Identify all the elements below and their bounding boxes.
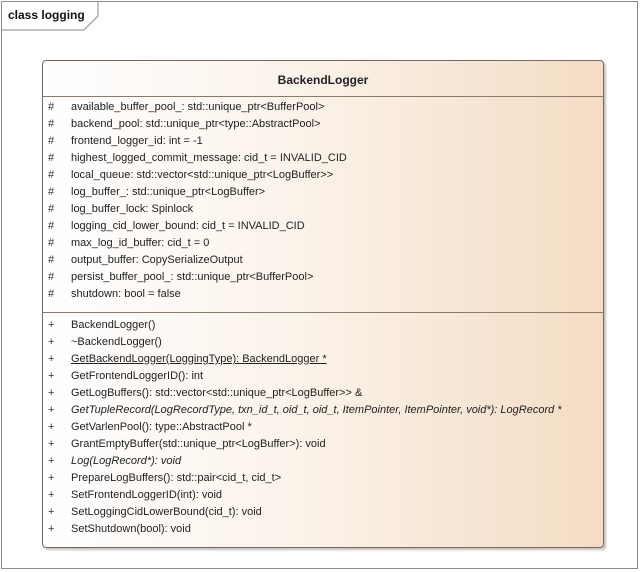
visibility-marker: + bbox=[48, 387, 55, 399]
operation-row-signature: GrantEmptyBuffer(std::unique_ptr<LogBuff… bbox=[71, 438, 326, 450]
attribute-row-signature: persist_buffer_pool_: std::unique_ptr<Bu… bbox=[71, 271, 314, 283]
attributes-divider bbox=[43, 312, 603, 313]
operation-row[interactable]: + GetTupleRecord(LogRecordType, txn_id_t,… bbox=[43, 402, 603, 419]
name-divider bbox=[43, 96, 603, 97]
visibility-marker: + bbox=[48, 370, 55, 382]
class-name: BackendLogger bbox=[277, 73, 369, 87]
operation-row-signature: GetVarlenPool(): type::AbstractPool * bbox=[71, 421, 252, 433]
visibility-marker: + bbox=[48, 455, 55, 467]
attribute-row-signature: available_buffer_pool_: std::unique_ptr<… bbox=[71, 101, 325, 113]
visibility-marker: + bbox=[48, 353, 55, 365]
operation-row[interactable]: + SetLoggingCidLowerBound(cid_t): void bbox=[43, 504, 603, 521]
operation-row[interactable]: + GetBackendLogger(LoggingType): BackendL… bbox=[43, 351, 603, 368]
visibility-marker: + bbox=[48, 506, 55, 518]
visibility-marker: # bbox=[48, 288, 55, 300]
visibility-marker: + bbox=[48, 319, 55, 331]
attribute-row-signature: highest_logged_commit_message: cid_t = I… bbox=[71, 152, 347, 164]
diagram-frame: class logging BackendLogger # available_b… bbox=[1, 1, 638, 569]
operation-row-signature: SetShutdown(bool): void bbox=[71, 523, 191, 535]
attributes-section: # available_buffer_pool_: std::unique_ptr… bbox=[43, 99, 603, 303]
visibility-marker: # bbox=[48, 135, 55, 147]
visibility-marker: + bbox=[48, 438, 55, 450]
visibility-marker: # bbox=[48, 254, 55, 266]
attribute-row-signature: logging_cid_lower_bound: cid_t = INVALID… bbox=[71, 220, 305, 232]
visibility-marker: # bbox=[48, 118, 55, 130]
operation-row-signature: SetLoggingCidLowerBound(cid_t): void bbox=[71, 506, 262, 518]
operation-row[interactable]: + PrepareLogBuffers(): std::pair<cid_t, c… bbox=[43, 470, 603, 487]
visibility-marker: + bbox=[48, 421, 55, 433]
operation-row-signature: ~BackendLogger() bbox=[71, 336, 162, 348]
visibility-marker: # bbox=[48, 152, 55, 164]
attribute-row-signature: backend_pool: std::unique_ptr<type::Abst… bbox=[71, 118, 321, 130]
operation-row[interactable]: + GetFrontendLoggerID(): int bbox=[43, 368, 603, 385]
visibility-marker: # bbox=[48, 186, 55, 198]
operation-row[interactable]: + SetFrontendLoggerID(int): void bbox=[43, 487, 603, 504]
operation-row[interactable]: + ~BackendLogger() bbox=[43, 334, 603, 351]
operation-row-signature: GetTupleRecord(LogRecordType, txn_id_t, … bbox=[71, 404, 562, 416]
visibility-marker: + bbox=[48, 336, 55, 348]
attribute-row[interactable]: # log_buffer_: std::unique_ptr<LogBuffer> bbox=[43, 184, 603, 201]
operation-row-signature: BackendLogger() bbox=[71, 319, 156, 331]
frame-title: class logging bbox=[8, 8, 85, 22]
attribute-row[interactable]: # output_buffer: CopySerializeOutput bbox=[43, 252, 603, 269]
visibility-marker: # bbox=[48, 101, 55, 113]
attribute-row[interactable]: # frontend_logger_id: int = -1 bbox=[43, 133, 603, 150]
operation-row[interactable]: + GetLogBuffers(): std::vector<std::uniqu… bbox=[43, 385, 603, 402]
visibility-marker: + bbox=[48, 404, 55, 416]
attribute-row-signature: output_buffer: CopySerializeOutput bbox=[71, 254, 243, 266]
attribute-row[interactable]: # shutdown: bool = false bbox=[43, 286, 603, 303]
operation-row[interactable]: + GetVarlenPool(): type::AbstractPool * bbox=[43, 419, 603, 436]
visibility-marker: + bbox=[48, 523, 55, 535]
operation-row-signature: GetBackendLogger(LoggingType): BackendLo… bbox=[71, 353, 327, 365]
operation-row[interactable]: + SetShutdown(bool): void bbox=[43, 521, 603, 538]
visibility-marker: # bbox=[48, 220, 55, 232]
attribute-row-signature: local_queue: std::vector<std::unique_ptr… bbox=[71, 169, 334, 181]
attribute-row-signature: log_buffer_: std::unique_ptr<LogBuffer> bbox=[71, 186, 266, 198]
class-backendlogger[interactable]: BackendLogger # available_buffer_pool_: s… bbox=[42, 60, 604, 548]
attribute-row[interactable]: # logging_cid_lower_bound: cid_t = INVALI… bbox=[43, 218, 603, 235]
operation-row-signature: GetLogBuffers(): std::vector<std::unique… bbox=[71, 387, 363, 399]
attribute-row-signature: max_log_id_buffer: cid_t = 0 bbox=[71, 237, 210, 249]
operation-row[interactable]: + Log(LogRecord*): void bbox=[43, 453, 603, 470]
attribute-row-signature: log_buffer_lock: Spinlock bbox=[71, 203, 194, 215]
operation-row-signature: PrepareLogBuffers(): std::pair<cid_t, ci… bbox=[71, 472, 282, 484]
visibility-marker: # bbox=[48, 203, 55, 215]
attribute-row[interactable]: # backend_pool: std::unique_ptr<type::Abs… bbox=[43, 116, 603, 133]
attribute-row[interactable]: # log_buffer_lock: Spinlock bbox=[43, 201, 603, 218]
operations-section: + BackendLogger() + ~BackendLogger() + GetBac… bbox=[43, 317, 603, 538]
operation-row[interactable]: + GrantEmptyBuffer(std::unique_ptr<LogBuf… bbox=[43, 436, 603, 453]
operation-row-signature: Log(LogRecord*): void bbox=[71, 455, 182, 467]
attribute-row[interactable]: # max_log_id_buffer: cid_t = 0 bbox=[43, 235, 603, 252]
visibility-marker: + bbox=[48, 472, 55, 484]
visibility-marker: # bbox=[48, 271, 55, 283]
operation-row[interactable]: + BackendLogger() bbox=[43, 317, 603, 334]
attribute-row[interactable]: # persist_buffer_pool_: std::unique_ptr<B… bbox=[43, 269, 603, 286]
visibility-marker: # bbox=[48, 169, 55, 181]
operation-row-signature: SetFrontendLoggerID(int): void bbox=[71, 489, 223, 501]
operation-row-signature: GetFrontendLoggerID(): int bbox=[71, 370, 204, 382]
attribute-row[interactable]: # local_queue: std::vector<std::unique_pt… bbox=[43, 167, 603, 184]
visibility-marker: # bbox=[48, 237, 55, 249]
attribute-row-signature: frontend_logger_id: int = -1 bbox=[71, 135, 203, 147]
attribute-row[interactable]: # available_buffer_pool_: std::unique_ptr… bbox=[43, 99, 603, 116]
attribute-row[interactable]: # highest_logged_commit_message: cid_t = … bbox=[43, 150, 603, 167]
visibility-marker: + bbox=[48, 489, 55, 501]
attribute-row-signature: shutdown: bool = false bbox=[71, 288, 181, 300]
